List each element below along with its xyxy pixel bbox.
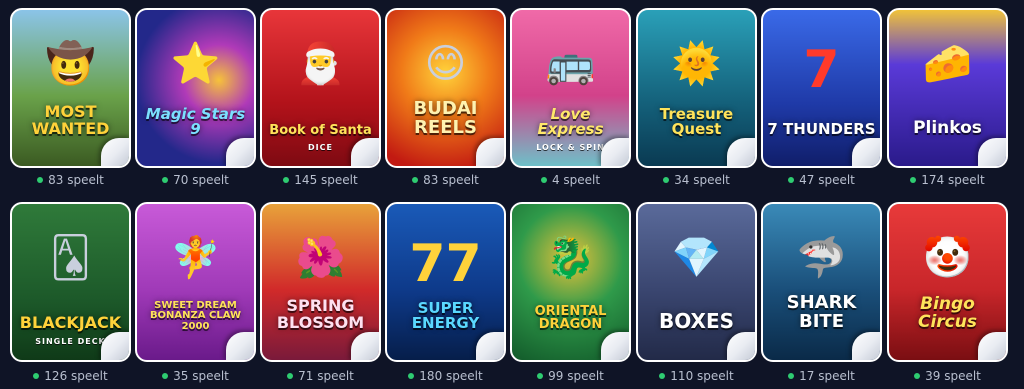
cowboy-icon: 🤠 <box>45 41 96 88</box>
game-title: SPRING BLOSSOM <box>276 296 365 333</box>
seven-icon: 7 <box>803 40 840 101</box>
game-title: Magic Stars 9 <box>145 104 246 139</box>
clown-icon: 🤡 <box>922 235 973 282</box>
page-curl <box>601 332 629 360</box>
mask-icon: 🌞 <box>671 41 722 88</box>
players-count: 145 speelt <box>260 173 381 187</box>
game-tile[interactable]: 🐉 ORIENTAL DRAGON <box>510 202 631 362</box>
game-tile[interactable]: 🌞 Treasure Quest <box>636 8 757 168</box>
page-curl <box>476 138 504 166</box>
online-dot <box>162 177 169 183</box>
game-title: Bingo Circus <box>918 294 977 333</box>
online-dot <box>914 373 921 379</box>
game-tile[interactable]: 7 7 THUNDERS <box>761 8 882 168</box>
players-count: 99 speelt <box>510 369 631 383</box>
players-count: 39 speelt <box>887 369 1008 383</box>
players-count: 70 speelt <box>135 173 256 187</box>
game-tile[interactable]: 🤡 Bingo Circus <box>887 202 1008 362</box>
players-count: 110 speelt <box>636 369 757 383</box>
plinko-icon: 🧀 <box>922 41 973 88</box>
game-tile[interactable]: 😊 BUDAI REELS <box>385 8 506 168</box>
game-tile[interactable]: 🎅 Book of Santa DICE <box>260 8 381 168</box>
shark-icon: 🦈 <box>796 235 847 282</box>
players-count: 71 speelt <box>260 369 381 383</box>
page-curl <box>727 138 755 166</box>
game-title: Treasure Quest <box>659 104 734 139</box>
players-count: 47 speelt <box>761 173 882 187</box>
players-count: 83 speelt <box>10 173 131 187</box>
players-count: 4 speelt <box>510 173 631 187</box>
cards-icon: 🂡 <box>50 235 91 282</box>
game-title: Plinkos <box>913 118 982 139</box>
page-curl <box>727 332 755 360</box>
santa-icon: 🎅 <box>295 41 346 88</box>
players-count: 83 speelt <box>385 173 506 187</box>
game-title: MOST WANTED <box>31 102 110 139</box>
players-count: 126 speelt <box>10 369 131 383</box>
players-count: 174 speelt <box>887 173 1008 187</box>
game-title: BLACKJACK <box>19 313 122 333</box>
game-grid: 🤠 MOST WANTED 83 speelt ⭐ Magic Stars 9 … <box>0 0 1024 389</box>
online-dot <box>540 177 547 183</box>
page-curl <box>351 138 379 166</box>
players-count: 180 speelt <box>385 369 506 383</box>
page-curl <box>978 138 1006 166</box>
game-tile[interactable]: 💎 BOXES <box>636 202 757 362</box>
game-title: Love Express <box>537 104 604 139</box>
page-curl <box>226 138 254 166</box>
game-tile[interactable]: 🚌 Love Express LOCK & SPIN <box>510 8 631 168</box>
page-curl <box>601 138 629 166</box>
game-title: SHARK BITE <box>786 292 857 333</box>
buddha-icon: 😊 <box>424 41 467 88</box>
page-curl <box>351 332 379 360</box>
online-dot <box>33 373 40 379</box>
page-curl <box>852 332 880 360</box>
game-tile[interactable]: 🤠 MOST WANTED <box>10 8 131 168</box>
players-count: 35 speelt <box>135 369 256 383</box>
game-title: ORIENTAL DRAGON <box>534 303 607 333</box>
seven-icon: 77 <box>409 234 482 295</box>
flower-icon: 🌺 <box>295 235 346 282</box>
game-tile[interactable]: 🂡 BLACKJACK SINGLE DECK <box>10 202 131 362</box>
online-dot <box>788 373 795 379</box>
players-count: 34 speelt <box>636 173 757 187</box>
page-curl <box>852 138 880 166</box>
game-tile[interactable]: 77 SUPER ENERGY <box>385 202 506 362</box>
online-dot <box>910 177 917 183</box>
diamond-icon: 💎 <box>671 235 722 282</box>
game-tile[interactable]: 🧚 SWEET DREAM BONANZA CLAW 2000 <box>135 202 256 362</box>
online-dot <box>412 177 419 183</box>
star-icon: ⭐ <box>170 41 221 88</box>
game-title: 7 THUNDERS <box>767 120 876 139</box>
online-dot <box>408 373 415 379</box>
page-curl <box>226 332 254 360</box>
page-curl <box>978 332 1006 360</box>
game-title: SWEET DREAM BONANZA CLAW 2000 <box>149 299 242 332</box>
game-tile[interactable]: 🧀 Plinkos <box>887 8 1008 168</box>
online-dot <box>162 373 169 379</box>
game-title: BOXES <box>658 309 735 333</box>
page-curl <box>476 332 504 360</box>
online-dot <box>37 177 44 183</box>
game-tile[interactable]: ⭐ Magic Stars 9 <box>135 8 256 168</box>
dragon-icon: 🐉 <box>545 235 596 282</box>
game-tile[interactable]: 🦈 SHARK BITE <box>761 202 882 362</box>
page-curl <box>101 138 129 166</box>
game-title: SUPER ENERGY <box>411 298 480 333</box>
page-curl <box>101 332 129 360</box>
online-dot <box>537 373 544 379</box>
players-count: 17 speelt <box>761 369 882 383</box>
bus-icon: 🚌 <box>545 41 596 88</box>
online-dot <box>663 177 670 183</box>
online-dot <box>283 177 290 183</box>
fairy-icon: 🧚 <box>170 235 221 282</box>
online-dot <box>788 177 795 183</box>
game-title: BUDAI REELS <box>413 98 478 139</box>
game-title: Book of Santa <box>269 123 372 139</box>
game-tile[interactable]: 🌺 SPRING BLOSSOM <box>260 202 381 362</box>
online-dot <box>659 373 666 379</box>
online-dot <box>287 373 294 379</box>
